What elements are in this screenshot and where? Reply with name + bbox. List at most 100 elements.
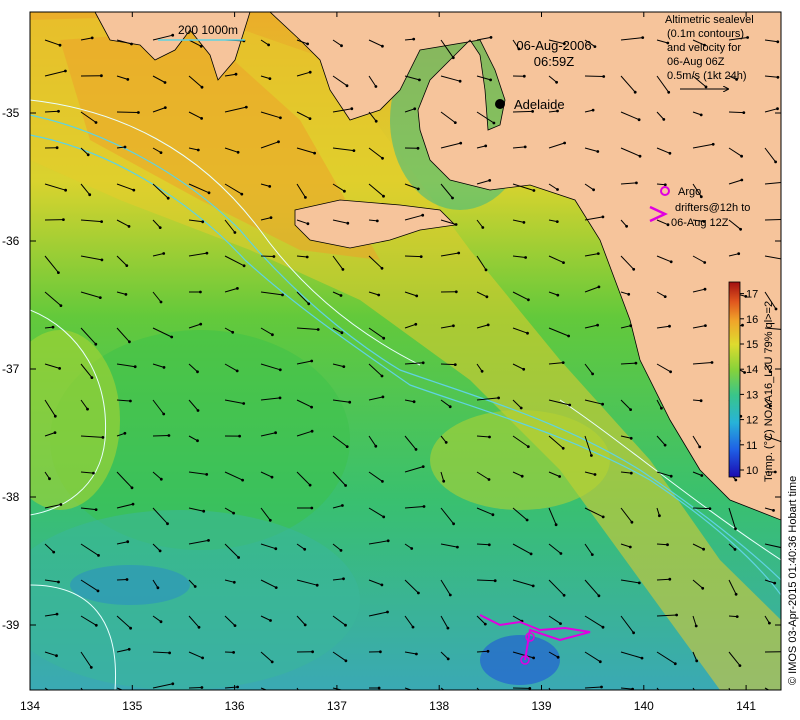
velocity-arrow-head	[561, 361, 565, 364]
x-tick-label: 141	[736, 699, 756, 713]
velocity-arrow-head	[771, 691, 774, 694]
velocity-arrow-head	[308, 70, 312, 74]
velocity-arrow-head	[382, 515, 386, 519]
velocity-arrow-head	[493, 579, 497, 583]
velocity-arrow-head	[232, 511, 236, 515]
velocity-arrow-head	[658, 514, 661, 518]
velocity-arrow-head	[125, 578, 129, 581]
velocity-arrow-head	[237, 556, 241, 559]
velocity-arrow-head	[662, 118, 666, 121]
velocity-arrow-head	[699, 399, 703, 403]
velocity-arrow-head	[241, 478, 245, 482]
x-tick-label: 138	[429, 699, 449, 713]
velocity-arrow-head	[739, 227, 742, 231]
velocity-arrow-head	[199, 44, 203, 48]
velocity-arrow-head	[171, 682, 175, 686]
velocity-arrow-head	[232, 580, 236, 584]
velocity-arrow-head	[171, 33, 175, 37]
velocity-arrow-head	[451, 56, 455, 60]
velocity-arrow-head	[411, 625, 415, 629]
velocity-arrow-head	[415, 652, 418, 656]
velocity-arrow-head	[340, 331, 344, 335]
velocity-arrow-head	[668, 151, 672, 155]
velocity-arrow-head	[62, 218, 65, 222]
velocity-arrow-head	[602, 75, 606, 78]
velocity-arrow-head	[563, 141, 566, 145]
velocity-arrow-head	[668, 324, 671, 328]
velocity-arrow-head	[555, 220, 559, 224]
velocity-arrow-head	[593, 473, 597, 476]
velocity-arrow-head	[232, 651, 236, 654]
velocity-arrow-head	[634, 361, 638, 365]
velocity-arrow-head	[51, 325, 55, 329]
velocity-arrow-head	[741, 323, 744, 327]
velocity-arrow-head	[205, 473, 209, 476]
velocity-arrow-head	[126, 540, 130, 544]
velocity-arrow-head	[412, 400, 416, 404]
velocity-arrow-head	[784, 258, 787, 261]
velocity-arrow-head	[733, 548, 737, 551]
velocity-arrow-head	[53, 431, 57, 434]
velocity-arrow-head	[532, 656, 535, 660]
velocity-arrow-head	[307, 302, 311, 306]
map-time: 06:59Z	[534, 54, 575, 69]
velocity-arrow-head	[94, 623, 98, 627]
velocity-arrow-head	[519, 406, 523, 410]
velocity-arrow-head	[737, 252, 741, 256]
velocity-arrow-head	[205, 251, 209, 255]
velocity-arrow-head	[669, 370, 672, 374]
velocity-arrow-head	[694, 624, 698, 628]
velocity-arrow-head	[59, 697, 62, 700]
velocity-arrow-head	[168, 651, 172, 655]
velocity-arrow-head	[94, 121, 98, 124]
velocity-arrow-head	[311, 650, 314, 654]
velocity-arrow-head	[483, 622, 487, 626]
velocity-arrow-head	[270, 660, 274, 664]
velocity-arrow-head	[199, 290, 202, 294]
velocity-arrow-head	[448, 593, 452, 597]
velocity-arrow-head	[673, 662, 677, 666]
velocity-arrow-head	[58, 43, 62, 47]
velocity-arrow-head	[200, 686, 204, 689]
velocity-arrow-head	[57, 109, 60, 113]
velocity-arrow-head	[374, 85, 378, 88]
colorbar-tick-label: 15	[746, 339, 758, 351]
velocity-arrow-head	[375, 219, 379, 223]
y-tick-label: -35	[2, 106, 20, 120]
velocity-arrow-head	[559, 552, 563, 555]
velocity-arrow-head	[596, 150, 600, 153]
velocity-arrow-head	[279, 694, 282, 697]
velocity-arrow-head	[695, 659, 699, 663]
x-tick-label: 137	[327, 699, 347, 713]
velocity-arrow-head	[524, 256, 527, 259]
velocity-arrow-head	[269, 619, 272, 622]
velocity-arrow-head	[127, 340, 131, 344]
velocity-arrow-head	[381, 156, 384, 160]
velocity-arrow-head	[166, 522, 169, 526]
velocity-arrow-head	[267, 43, 270, 47]
velocity-arrow-head	[124, 293, 128, 296]
velocity-arrow-head	[94, 508, 98, 511]
velocity-arrow-head	[592, 188, 595, 192]
velocity-arrow-head	[52, 550, 56, 554]
velocity-arrow-head	[451, 196, 454, 200]
velocity-arrow-head	[277, 140, 280, 144]
velocity-arrow	[692, 507, 710, 510]
velocity-arrow-head	[556, 655, 560, 659]
depth-legend-label: 200 1000m	[178, 23, 238, 37]
velocity-arrow	[260, 255, 274, 257]
velocity-arrow-head	[305, 255, 309, 259]
velocity-arrow	[404, 255, 422, 258]
velocity-arrow-head	[310, 506, 314, 510]
velocity-arrow-head	[304, 196, 307, 199]
velocity-arrow-head	[701, 699, 704, 702]
sealevel-legend-line-5: 0.5m/s (1kt 24h)	[667, 70, 746, 82]
velocity-arrow-head	[416, 146, 420, 150]
velocity-arrow-head	[452, 522, 455, 526]
velocity-arrow-head	[380, 583, 384, 587]
velocity-arrow-head	[274, 431, 277, 435]
velocity-arrow-head	[562, 593, 566, 597]
velocity-arrow-head	[196, 148, 200, 152]
x-tick-label: 134	[20, 699, 40, 713]
velocity-arrow-head	[783, 328, 786, 331]
